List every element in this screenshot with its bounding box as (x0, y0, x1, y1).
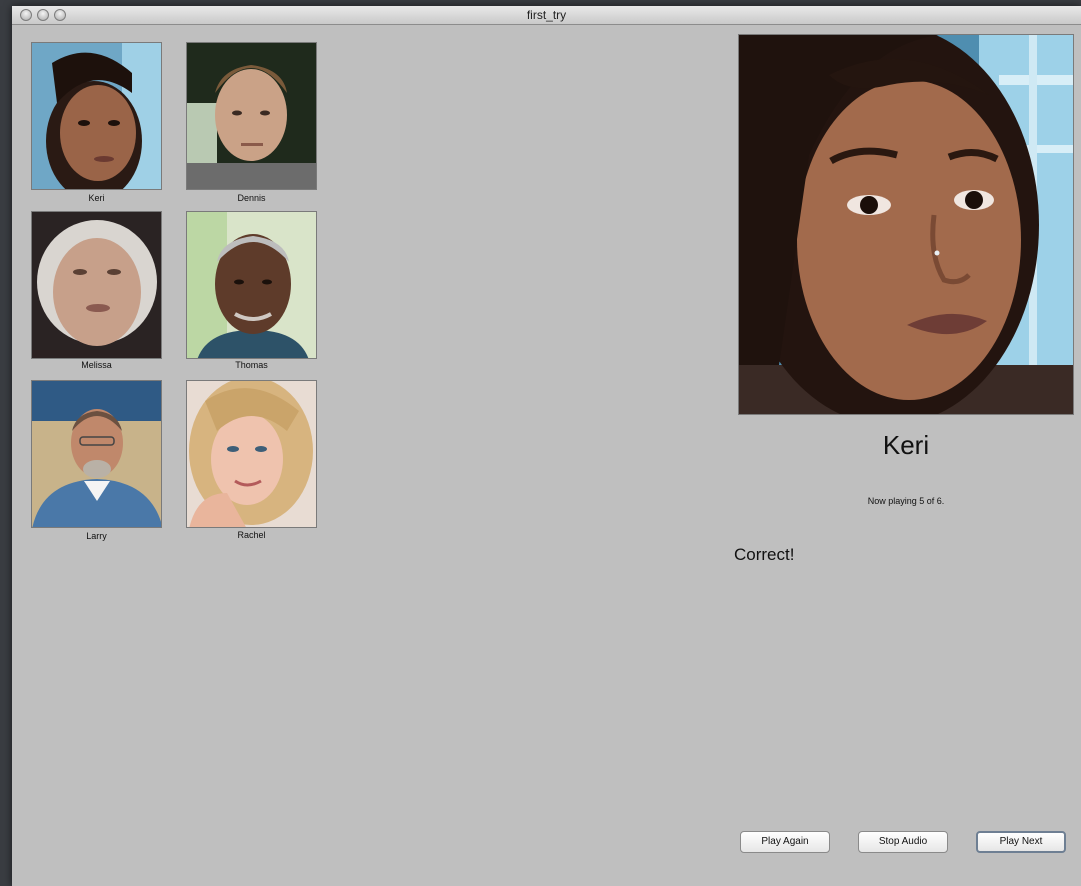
window-title: first_try (526, 8, 567, 22)
play-again-button[interactable]: Play Again (740, 831, 830, 853)
photo-thomas[interactable] (186, 211, 317, 359)
photo-label: Keri (88, 193, 105, 203)
answer-feedback: Correct! (734, 545, 795, 564)
title-bar[interactable]: first_try (12, 6, 1081, 25)
photo-melissa[interactable] (31, 211, 162, 359)
current-person-name: Keri (882, 430, 930, 460)
photo-keri[interactable] (31, 42, 162, 190)
photo-label: Larry (86, 531, 107, 541)
photo-label: Dennis (237, 193, 266, 203)
play-next-button[interactable]: Play Next (976, 831, 1066, 853)
photo-label: Melissa (81, 360, 112, 370)
photo-larry[interactable] (31, 380, 162, 528)
stop-audio-button[interactable]: Stop Audio (858, 831, 948, 853)
photo-label: Thomas (235, 360, 268, 370)
app-window: first_try Keri Dennis Melissa Thomas Lar… (12, 6, 1081, 886)
now-playing-status: Now playing 5 of 6. (867, 496, 945, 506)
current-photo (738, 34, 1074, 415)
photo-rachel[interactable] (186, 380, 317, 528)
photo-label: Rachel (237, 530, 266, 540)
photo-dennis[interactable] (186, 42, 317, 190)
